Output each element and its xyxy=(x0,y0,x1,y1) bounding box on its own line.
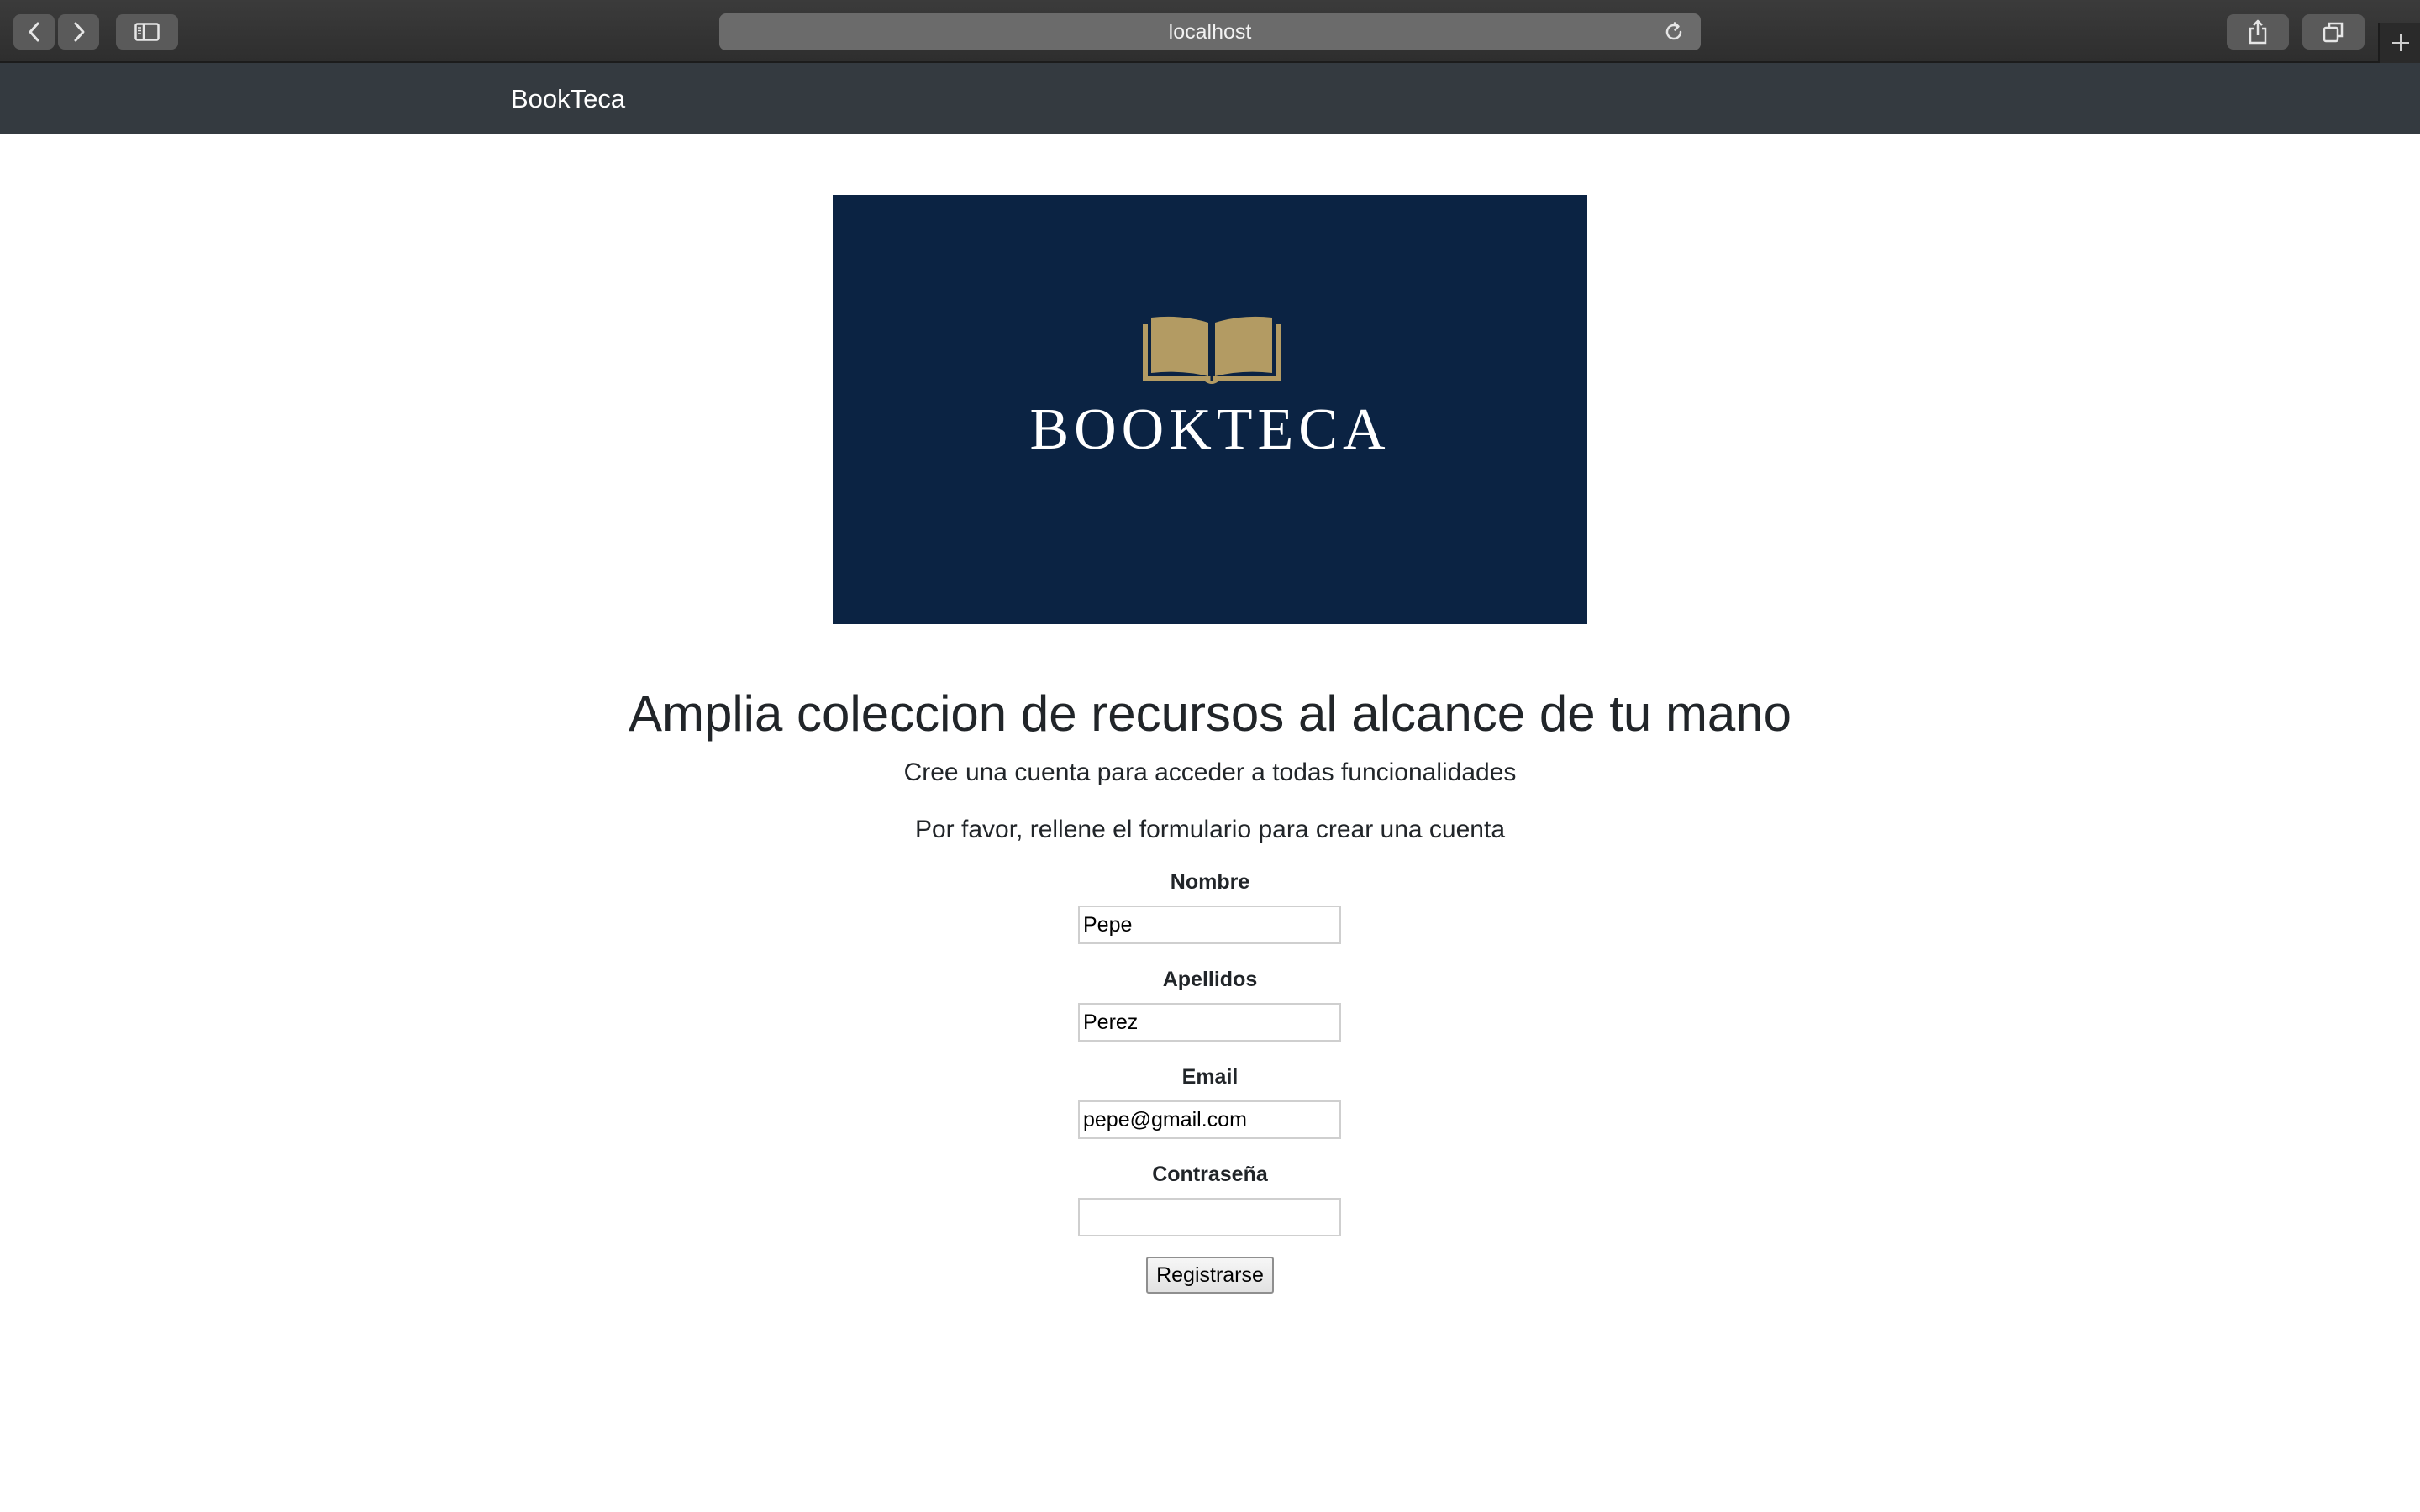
navbar-brand-link[interactable]: BookTeca xyxy=(511,63,625,134)
apellidos-input[interactable] xyxy=(1078,1003,1341,1042)
page-subtitle: Cree una cuenta para acceder a todas fun… xyxy=(903,759,1517,786)
forward-button[interactable] xyxy=(58,14,99,50)
address-bar[interactable]: localhost xyxy=(719,13,1701,50)
nombre-label: Nombre xyxy=(1170,870,1250,894)
sidebar-icon xyxy=(134,23,160,41)
share-icon xyxy=(2249,19,2267,45)
email-input[interactable] xyxy=(1078,1100,1341,1139)
register-button[interactable]: Registrarse xyxy=(1146,1257,1274,1294)
tabs-overview-button[interactable] xyxy=(2302,14,2365,50)
bookteca-logo: BOOKTECA xyxy=(833,195,1587,624)
nombre-input[interactable] xyxy=(1078,906,1341,944)
tabs-icon xyxy=(2323,22,2344,43)
share-button[interactable] xyxy=(2227,14,2289,50)
url-text: localhost xyxy=(1168,19,1252,44)
sidebar-button[interactable] xyxy=(116,14,178,50)
chevron-left-icon xyxy=(29,22,39,42)
form-instructions: Por favor, rellene el formulario para cr… xyxy=(914,816,1506,843)
logo-wordmark: BOOKTECA xyxy=(1029,397,1391,462)
plus-icon xyxy=(2392,34,2409,51)
back-button[interactable] xyxy=(13,14,55,50)
reload-icon[interactable] xyxy=(1662,20,1686,44)
site-navbar: BookTeca xyxy=(0,63,2420,134)
chevron-right-icon xyxy=(74,22,84,42)
browser-toolbar: localhost xyxy=(0,0,2420,63)
page-title: Amplia coleccion de recursos al alcance … xyxy=(628,685,1792,742)
open-book-icon xyxy=(1143,316,1281,384)
apellidos-label: Apellidos xyxy=(1162,968,1258,991)
navigation-buttons xyxy=(13,14,99,50)
email-label: Email xyxy=(1181,1065,1239,1089)
new-tab-button[interactable] xyxy=(2378,23,2420,63)
password-input[interactable] xyxy=(1078,1198,1341,1236)
password-label: Contraseña xyxy=(1152,1163,1268,1186)
